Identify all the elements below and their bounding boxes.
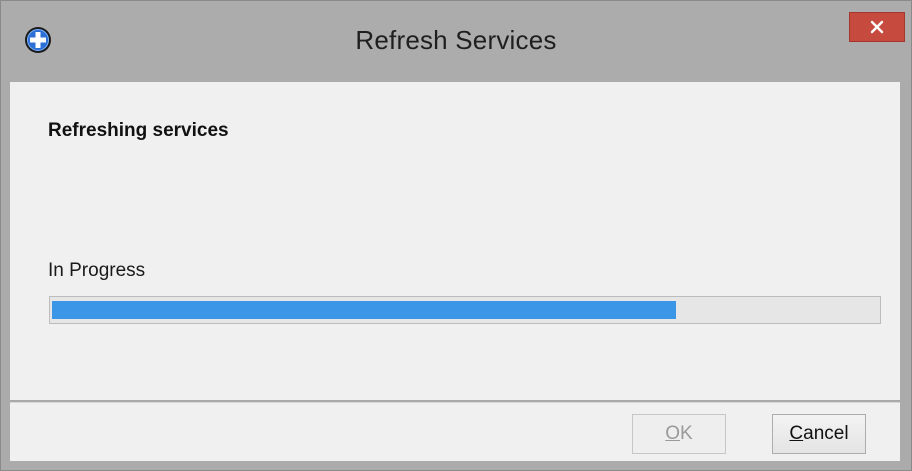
close-icon bbox=[870, 20, 884, 34]
cancel-mnemonic: C bbox=[789, 423, 804, 444]
refresh-services-dialog: Refresh Services Refreshing services In … bbox=[0, 0, 912, 471]
cancel-label-rest: ancel bbox=[803, 423, 849, 444]
window-title: Refresh Services bbox=[355, 25, 557, 55]
ok-button[interactable]: OK bbox=[632, 414, 726, 454]
dialog-content: Refreshing services In Progress bbox=[10, 82, 900, 401]
close-button[interactable] bbox=[849, 12, 905, 42]
button-bar: OK Cancel bbox=[10, 402, 900, 461]
progress-label: In Progress bbox=[48, 260, 146, 281]
ok-label-rest: K bbox=[680, 423, 693, 444]
progress-bar-fill bbox=[52, 301, 676, 319]
ok-mnemonic: O bbox=[665, 423, 681, 444]
status-heading: Refreshing services bbox=[48, 120, 229, 141]
progress-bar bbox=[49, 296, 881, 324]
cancel-button[interactable]: Cancel bbox=[772, 414, 866, 454]
title-bar[interactable]: Refresh Services bbox=[1, 1, 911, 81]
